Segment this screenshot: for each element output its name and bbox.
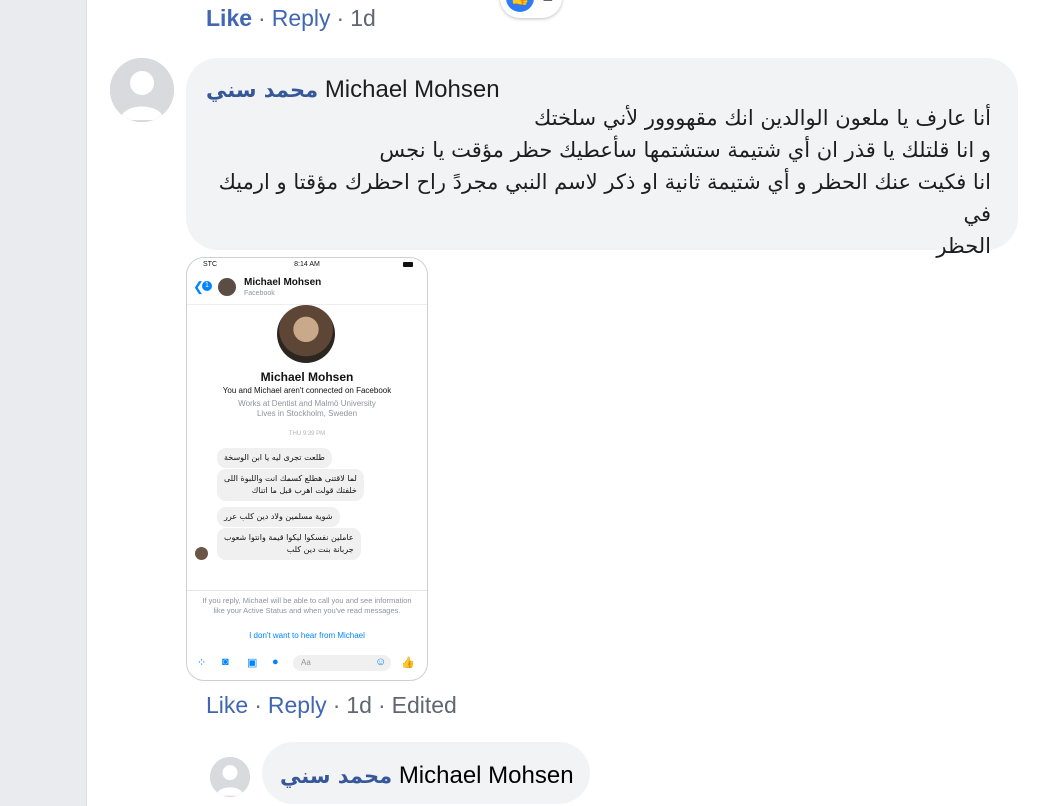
apps-icon: ⁘: [197, 657, 207, 669]
previous-comment-actions: Like · Reply · 1d: [206, 5, 376, 31]
chat-message: شوية مسلمين ولاد دين كلب عرر: [217, 507, 340, 527]
comment-actions: Like · Reply · 1d · Edited: [206, 692, 457, 718]
attached-screenshot[interactable]: STC 8:14 AM ❮ 1 Michael Mohsen Facebook …: [186, 257, 428, 681]
photo-icon: ▣: [247, 657, 258, 669]
reply-bubble: محمد سني Michael Mohsen: [262, 742, 590, 804]
comment-body: أنا عارف يا ملعون الوالدين انك مقهووور ل…: [206, 102, 991, 262]
emoji-icon: ☺: [375, 656, 387, 668]
contact-avatar: [218, 278, 236, 296]
chat-message: لما لاقتنى هطلع كسمك انت واللبوة اللى خل…: [217, 469, 364, 501]
reply-link[interactable]: Reply: [268, 692, 327, 718]
chat-message: عاملين نفسكوا ليكوا قيمة وانتوا شعوب جرب…: [217, 528, 361, 560]
comment-line: انا فكيت عنك الحظر و أي شتيمة ثانية او ذ…: [218, 170, 991, 226]
messenger-header: ❮ 1 Michael Mohsen Facebook: [187, 272, 427, 305]
reaction-badge[interactable]: 👍 1: [500, 0, 562, 18]
not-connected-text: You and Michael aren't connected on Face…: [222, 386, 392, 395]
like-reaction-icon: 👍: [506, 0, 534, 12]
lives-text: Lives in Stockholm, Sweden: [256, 409, 358, 418]
chat-message-line: عاملين نفسكوا ليكوا قيمة وانتوا شعوب: [224, 533, 354, 542]
contact-sub: Facebook: [244, 290, 275, 297]
composer-bar: ⁘ ◙ ▣ ● Aa ☺ 👍: [187, 650, 427, 678]
comment-line: أنا عارف يا ملعون الوالدين انك مقهووور ل…: [534, 106, 991, 130]
timestamp[interactable]: 1d: [346, 692, 372, 718]
comment-line: و انا قلتلك يا قذر ان أي شتيمة ستشتمها س…: [379, 138, 991, 162]
profile-name: Michael Mohsen: [260, 370, 354, 384]
avatar[interactable]: [110, 58, 174, 122]
sender-avatar: [195, 547, 208, 560]
chat-message-line: جربانة بنت دين كلب: [286, 545, 354, 554]
unread-badge: 1: [202, 281, 212, 291]
phone-status-bar: STC 8:14 AM: [187, 258, 427, 272]
edited-label[interactable]: Edited: [392, 692, 457, 718]
like-link[interactable]: Like: [206, 692, 248, 718]
default-avatar-icon: [210, 757, 250, 797]
reply-avatar[interactable]: [210, 757, 250, 797]
thumbs-up-icon: 👍: [401, 657, 415, 669]
camera-icon: ◙: [222, 656, 229, 668]
chat-message: طلعت تجرى ليه يا ابن الوسخة: [217, 448, 332, 468]
mic-icon: ●: [272, 656, 279, 668]
left-gutter: [0, 0, 87, 806]
reply-info-note: If you reply, Michael will be able to ca…: [202, 596, 412, 615]
like-link[interactable]: Like: [206, 5, 252, 31]
reply-mention-name[interactable]: Michael Mohsen: [399, 762, 574, 789]
comment-author-tag[interactable]: محمد سني: [206, 78, 318, 102]
reply-header: محمد سني Michael Mohsen: [280, 762, 574, 790]
chat-timestamp: THU 9:39 PM: [288, 431, 326, 437]
reply-author-tag[interactable]: محمد سني: [280, 764, 392, 788]
contact-name: Michael Mohsen: [244, 277, 322, 288]
works-text: Works at Dentist and Malmö University: [238, 399, 376, 408]
comment-author-name[interactable]: Michael Mohsen: [325, 76, 500, 103]
dont-want-link: I don't want to hear from Michael: [249, 631, 365, 640]
divider: [187, 590, 427, 591]
battery-icon: [403, 262, 413, 267]
timestamp[interactable]: 1d: [350, 5, 376, 31]
reply-link[interactable]: Reply: [272, 5, 331, 31]
comment-header: محمد سني Michael Mohsen: [206, 76, 500, 104]
default-avatar-icon: [110, 58, 174, 122]
reaction-count: 1: [542, 0, 553, 7]
comment-bubble: محمد سني Michael Mohsen أنا عارف يا ملعو…: [186, 58, 1018, 258]
profile-photo: [277, 305, 335, 363]
chat-message-line: لما لاقتنى هطلع كسمك انت واللبوة اللى: [224, 474, 357, 483]
status-time: 8:14 AM: [294, 261, 320, 268]
chat-message-line: خلفتك قولت اهرب قبل ما اتناك: [251, 486, 357, 495]
